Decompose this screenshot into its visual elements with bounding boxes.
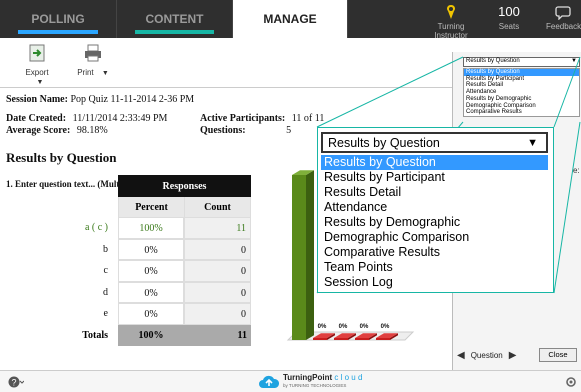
report-option[interactable]: Team Points — [321, 260, 548, 275]
report-option[interactable]: Attendance — [321, 200, 548, 215]
report-option[interactable]: Results by Question — [321, 155, 548, 170]
brand-sub: by TURNING TECHNOLOGIES — [283, 383, 347, 388]
app-window: POLLING CONTENT MANAGE Turning Instructo… — [0, 0, 581, 392]
report-option[interactable]: Results by Demographic — [321, 215, 548, 230]
chevron-down-icon: ▼ — [527, 137, 538, 149]
report-option[interactable]: Session Log — [321, 275, 548, 290]
report-type-options: Results by Question Results by Participan… — [321, 155, 548, 290]
svg-text:?: ? — [11, 378, 16, 388]
settings-icon[interactable] — [565, 375, 577, 392]
brand-main: TurningPoint — [283, 373, 333, 382]
report-option[interactable]: Demographic Comparison — [321, 230, 548, 245]
report-type-zoom: Results by Question ▼ Results by Questio… — [317, 127, 554, 293]
report-option[interactable]: Results Detail — [321, 185, 548, 200]
report-type-select-zoomed-value: Results by Question — [328, 136, 440, 150]
report-option[interactable]: Results by Participant — [321, 170, 548, 185]
report-option[interactable]: Comparative Results — [321, 245, 548, 260]
brand-logo: TurningPoint c l o u d by TURNING TECHNO… — [258, 373, 362, 391]
report-type-select-zoomed[interactable]: Results by Question ▼ — [321, 132, 548, 153]
bottom-bar: ? TurningPoint c l o u d by TURNING TECH… — [0, 370, 581, 392]
cloud-icon — [259, 375, 280, 388]
brand-cloud: c l o u d — [334, 373, 363, 382]
help-icon[interactable]: ? — [8, 375, 25, 392]
